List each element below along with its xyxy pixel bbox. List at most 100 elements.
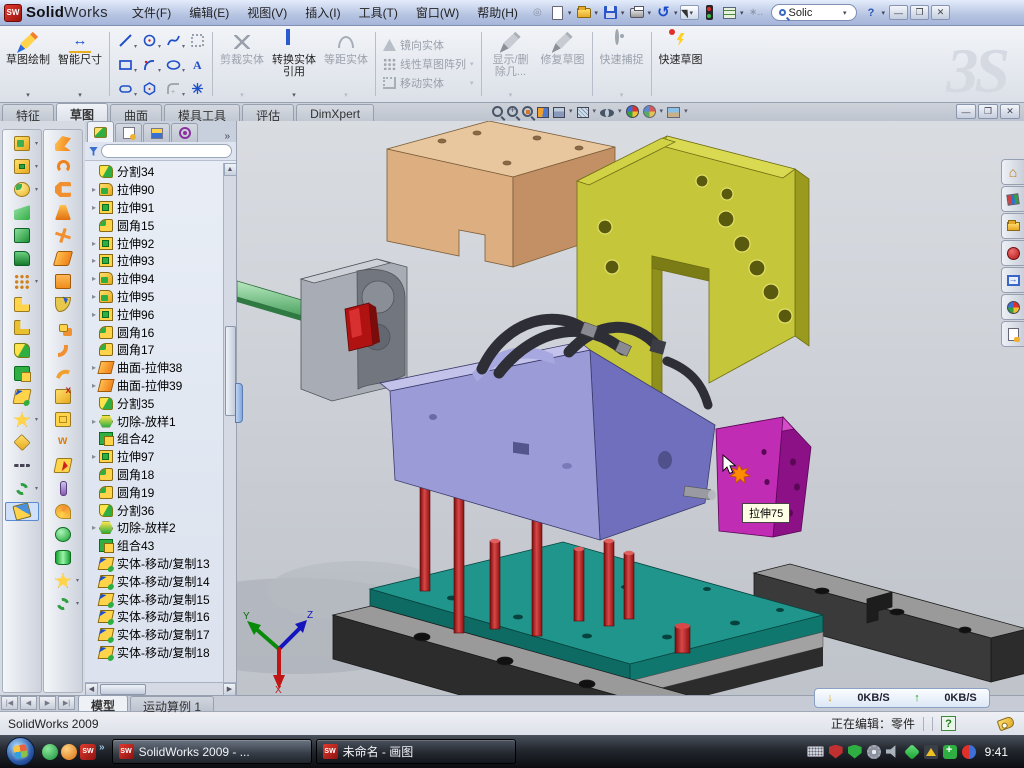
mirror-entities-button[interactable]: 镜向实体: [383, 37, 474, 53]
feature-toolbar-icon[interactable]: [5, 410, 39, 429]
mold-toolbar-icon[interactable]: [46, 548, 80, 567]
feature-tree-item[interactable]: 圆角19: [89, 483, 236, 501]
volume-icon[interactable]: [886, 745, 900, 759]
pin-icon[interactable]: ◎: [529, 4, 546, 21]
file-explorer-tab[interactable]: [1001, 213, 1024, 239]
zoom-selection-icon[interactable]: [522, 106, 533, 117]
security-shield-icon[interactable]: [848, 745, 862, 759]
scroll-right-button[interactable]: ▶: [223, 683, 236, 696]
expander-icon[interactable]: [89, 417, 99, 426]
document-tab[interactable]: 运动算例 1: [130, 696, 214, 711]
ribbon-tab[interactable]: 评估: [242, 104, 294, 121]
mold-toolbar-icon[interactable]: [46, 525, 80, 544]
stripper-clamp-block[interactable]: [301, 259, 407, 401]
feature-toolbar-icon[interactable]: [5, 341, 39, 360]
feature-tree-item[interactable]: 拉伸97: [89, 448, 236, 466]
mold-toolbar-icon[interactable]: [46, 272, 80, 291]
settings-tray-icon[interactable]: [867, 745, 881, 759]
rectangle-tool[interactable]: ▾: [113, 52, 137, 76]
menu-item[interactable]: 帮助(H): [468, 1, 527, 24]
menu-item[interactable]: 插入(I): [296, 1, 349, 24]
yellow-bracket[interactable]: [577, 136, 809, 399]
antivirus-alert-icon[interactable]: [829, 745, 843, 759]
feature-tree-item[interactable]: 实体-移动/复制18: [89, 644, 236, 662]
polygon-tool[interactable]: [137, 76, 161, 100]
expander-icon[interactable]: [89, 523, 99, 532]
warning-tray-icon[interactable]: [924, 745, 938, 759]
linear-pattern-button[interactable]: 线性草图阵列▾: [383, 56, 474, 72]
ribbon-tab[interactable]: 特征: [2, 104, 54, 121]
smart-dimension-button[interactable]: ↔ 智能尺寸▾: [54, 28, 106, 100]
hide-show-items-icon[interactable]: [600, 109, 614, 117]
new-file-icon[interactable]: [549, 4, 566, 21]
feature-tree-item[interactable]: 切除-放样2: [89, 519, 236, 537]
last-tab-button[interactable]: ▶|: [58, 696, 75, 710]
feature-tree-item[interactable]: 分割34: [89, 163, 236, 181]
display-style-icon[interactable]: [577, 107, 589, 118]
mold-toolbar-icon[interactable]: [46, 341, 80, 360]
quicklaunch-browser-icon[interactable]: [61, 744, 77, 760]
select-tool-button[interactable]: ▾: [680, 5, 699, 20]
mold-toolbar-icon[interactable]: [46, 594, 80, 613]
tree-filter-input[interactable]: [101, 144, 232, 158]
mold-toolbar-icon[interactable]: [46, 456, 80, 475]
feature-toolbar-icon[interactable]: [5, 456, 39, 475]
update-tray-icon[interactable]: [962, 745, 976, 759]
start-button[interactable]: [6, 737, 35, 766]
feature-tree-item[interactable]: 拉伸90: [89, 181, 236, 199]
feature-tree-item[interactable]: 实体-移动/复制15: [89, 590, 236, 608]
offset-entities-button[interactable]: 等距实体▾: [320, 28, 372, 100]
box-select-tool[interactable]: [185, 28, 209, 52]
line-tool[interactable]: ▾: [113, 28, 137, 52]
display-delete-relations-button[interactable]: 显示/删除几...▾: [485, 28, 537, 100]
feature-tree-item[interactable]: 实体-移动/复制13: [89, 555, 236, 573]
search-box[interactable]: Solic ▾: [771, 4, 857, 21]
panel-splitter-handle[interactable]: [235, 383, 243, 423]
print-icon[interactable]: [628, 4, 645, 21]
section-view-icon[interactable]: [537, 107, 549, 118]
save-icon[interactable]: [602, 4, 619, 21]
menu-item[interactable]: 视图(V): [238, 1, 296, 24]
point-tool[interactable]: [185, 76, 209, 100]
feature-toolbar-icon[interactable]: [5, 180, 39, 199]
graphics-viewport[interactable]: Y Z X 拉伸75 ⌂: [237, 121, 1024, 695]
mold-toolbar-icon[interactable]: [46, 203, 80, 222]
scroll-left-button[interactable]: ◀: [85, 683, 98, 696]
close-button[interactable]: ✕: [931, 5, 950, 20]
3d-model[interactable]: Y Z X: [237, 121, 1024, 695]
feature-toolbar-icon[interactable]: [5, 249, 39, 268]
doc-close-button[interactable]: ✕: [1000, 104, 1020, 119]
view-orientation-icon[interactable]: [553, 107, 565, 118]
mold-toolbar-icon[interactable]: [46, 134, 80, 153]
minimize-button[interactable]: —: [889, 5, 908, 20]
document-tab[interactable]: 模型: [78, 695, 128, 711]
scroll-thumb-h[interactable]: [100, 684, 146, 695]
scroll-up-button[interactable]: ▲: [224, 163, 237, 176]
expander-icon[interactable]: [89, 452, 99, 461]
feature-tree-item[interactable]: 拉伸91: [89, 199, 236, 217]
menu-item[interactable]: 文件(F): [123, 1, 180, 24]
quick-snaps-button[interactable]: 快速捕捉▾: [596, 28, 648, 100]
scene-icon[interactable]: [643, 105, 656, 118]
feature-toolbar-icon[interactable]: [5, 295, 39, 314]
mold-toolbar-icon[interactable]: [46, 318, 80, 337]
feature-toolbar-icon[interactable]: [5, 502, 39, 521]
expander-icon[interactable]: [89, 274, 99, 283]
feature-tree-item[interactable]: 圆角16: [89, 323, 236, 341]
trim-entities-button[interactable]: 剪裁实体▾: [216, 28, 268, 100]
feature-toolbar-icon[interactable]: [5, 364, 39, 383]
clock[interactable]: 9:41: [985, 745, 1008, 759]
zoom-fit-icon[interactable]: [492, 106, 503, 117]
custom-properties-tab[interactable]: [1001, 321, 1024, 347]
sketch-button[interactable]: 草图绘制▾: [2, 28, 54, 100]
doc-restore-button[interactable]: ❐: [978, 104, 998, 119]
feature-tree-item[interactable]: 组合43: [89, 537, 236, 555]
feature-toolbar-icon[interactable]: [5, 157, 39, 176]
move-entities-button[interactable]: 移动实体▾: [383, 75, 474, 91]
mold-toolbar-icon[interactable]: [46, 295, 80, 314]
rapid-sketch-button[interactable]: 快速草图: [655, 28, 707, 100]
feature-toolbar-icon[interactable]: [5, 134, 39, 153]
feature-tree-item[interactable]: 实体-移动/复制17: [89, 626, 236, 644]
taskbar-window-button[interactable]: SW 未命名 - 画图: [316, 739, 516, 764]
mold-toolbar-icon[interactable]: [46, 433, 80, 452]
